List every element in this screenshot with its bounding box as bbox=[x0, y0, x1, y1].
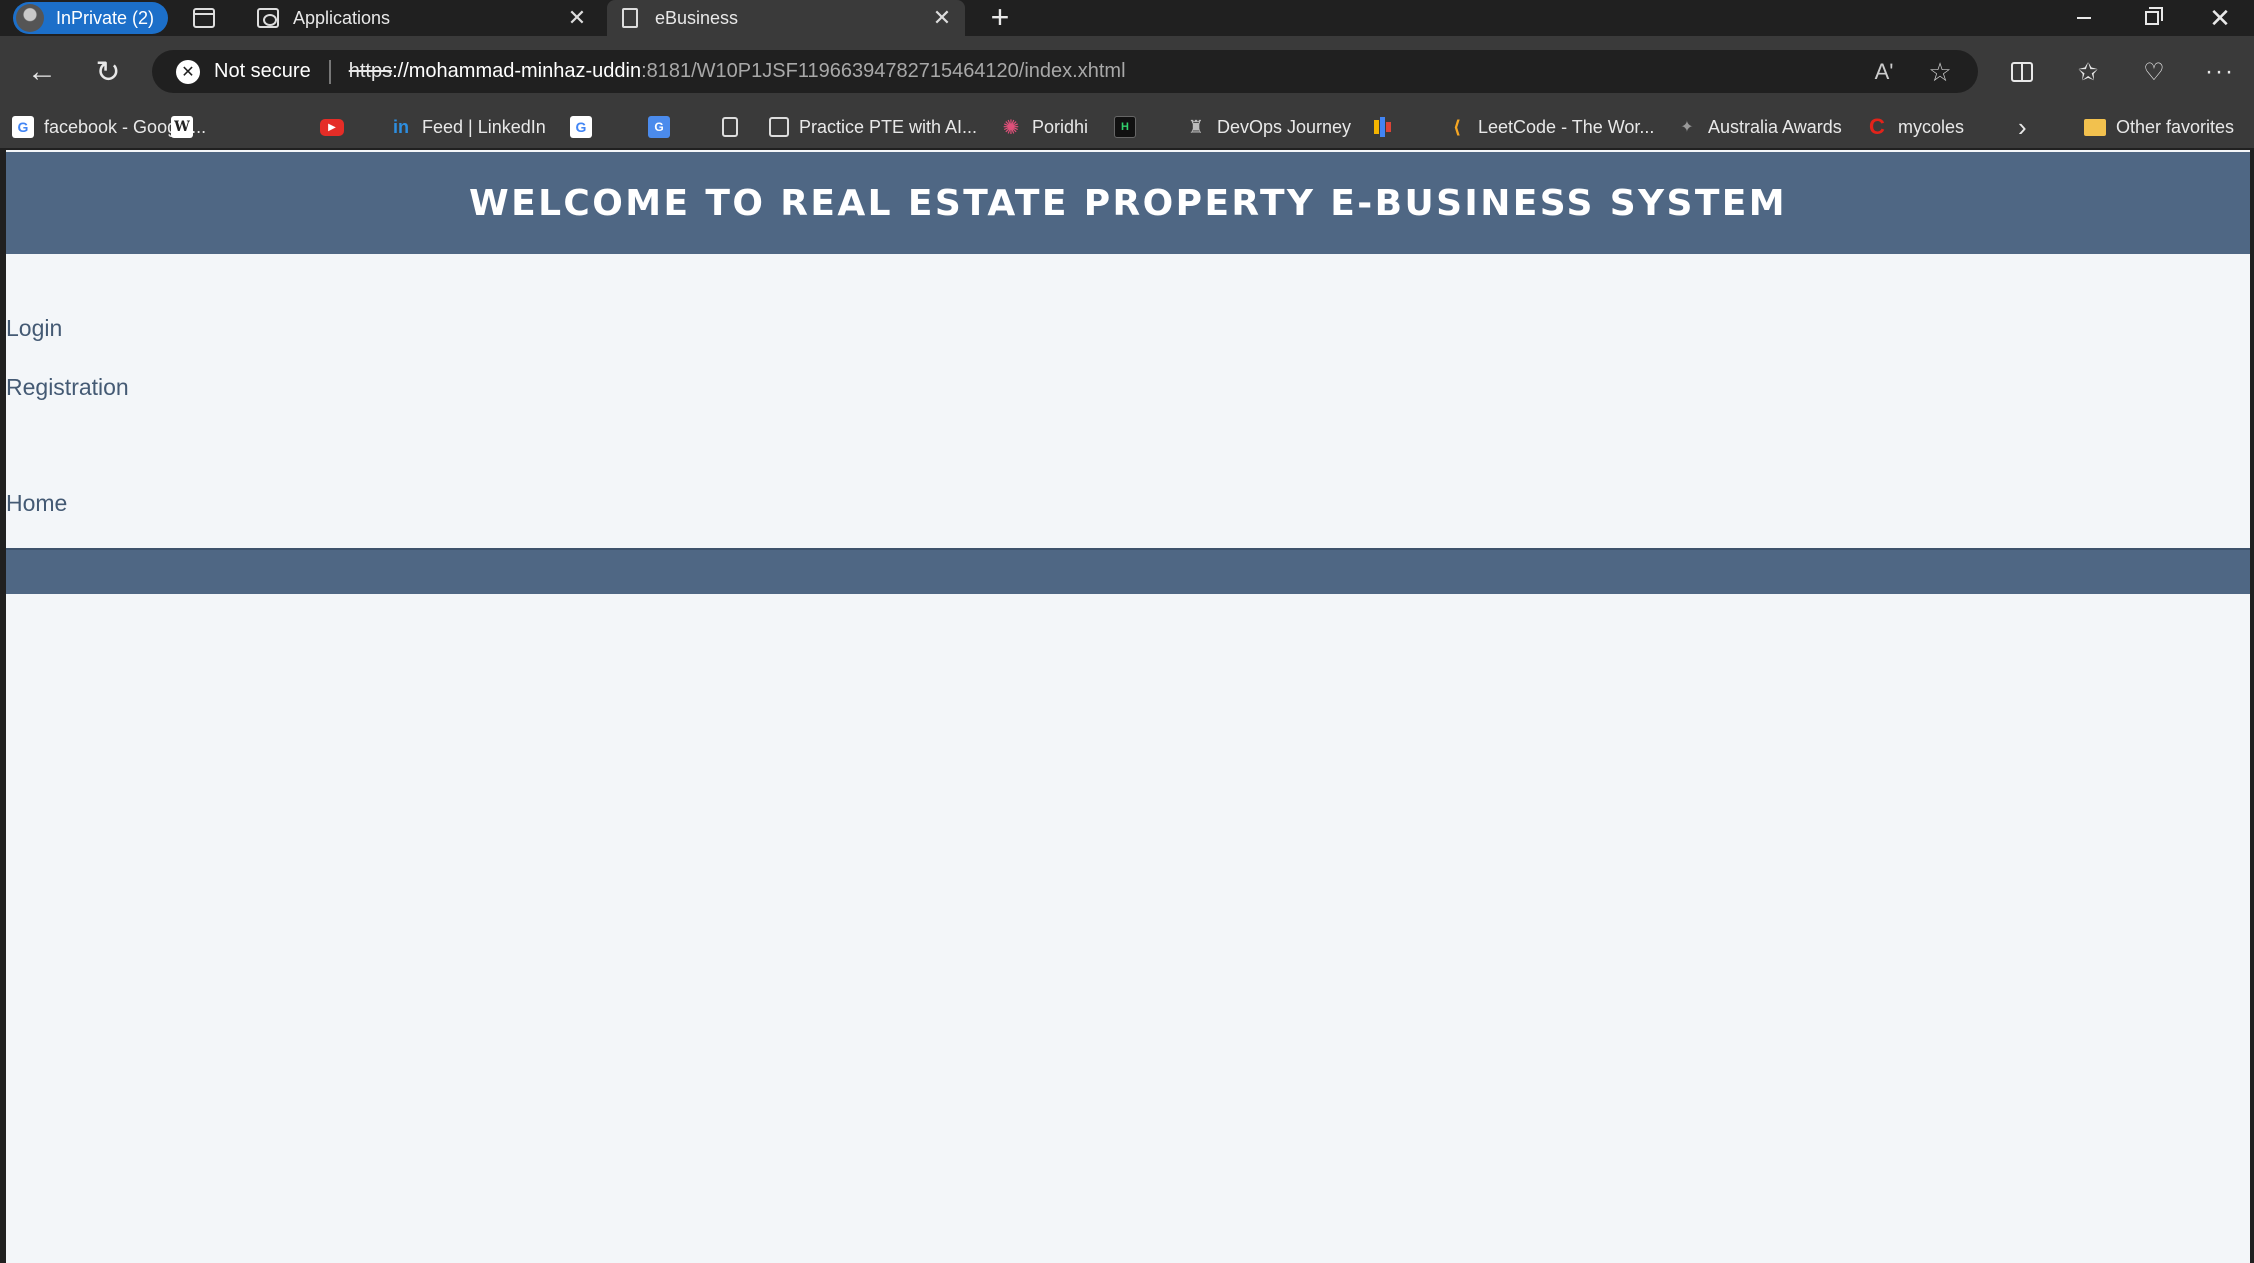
add-favorite-star-icon[interactable]: ☆ bbox=[1922, 56, 1958, 88]
other-favorites-folder[interactable]: Other favorites bbox=[2084, 106, 2234, 148]
applications-favicon-icon bbox=[257, 7, 279, 29]
favorites-bar: G facebook - Google... W ▶ in Feed | Lin… bbox=[0, 106, 2254, 148]
inprivate-label: InPrivate (2) bbox=[56, 7, 155, 28]
favorites-overflow-button[interactable]: › bbox=[2018, 106, 2027, 148]
tab-close-icon[interactable]: ✕ bbox=[927, 5, 957, 31]
home-link[interactable]: Home bbox=[6, 490, 67, 517]
leetcode-icon: ⟨ bbox=[1452, 116, 1462, 137]
not-secure-icon[interactable]: ✕ bbox=[176, 59, 200, 84]
favorite-linkedin[interactable]: in Feed | LinkedIn bbox=[390, 106, 546, 148]
favorite-document[interactable] bbox=[722, 106, 748, 148]
tab-close-icon[interactable]: ✕ bbox=[562, 5, 592, 31]
favorite-devops-journey[interactable]: ♜ DevOps Journey bbox=[1185, 106, 1351, 148]
australia-awards-icon: ✦ bbox=[1680, 119, 1694, 136]
new-tab-button[interactable]: + bbox=[980, 0, 1020, 36]
favorite-youtube[interactable]: ▶ bbox=[320, 106, 354, 148]
split-screen-button[interactable] bbox=[2002, 52, 2042, 92]
tab-title: Applications bbox=[293, 7, 391, 28]
favorite-pte[interactable]: Practice PTE with AI... bbox=[769, 106, 977, 148]
reload-button[interactable]: ↻ bbox=[88, 52, 128, 92]
favorite-leetcode[interactable]: ⟨ LeetCode - The Wor... bbox=[1446, 106, 1655, 148]
url-host: ://mohammad-minhaz-uddin bbox=[392, 60, 642, 82]
browser-toolbar: ← ↻ ✕ Not secure https://mohammad-minhaz… bbox=[0, 36, 2254, 106]
restore-icon bbox=[2145, 7, 2163, 25]
url-scheme: https bbox=[348, 60, 393, 82]
address-bar[interactable]: ✕ Not secure https://mohammad-minhaz-udd… bbox=[152, 50, 1978, 93]
favorite-google[interactable]: G bbox=[570, 106, 602, 148]
other-favorites-label: Other favorites bbox=[2116, 116, 2235, 137]
devops-icon: ♜ bbox=[1187, 116, 1205, 137]
minimize-icon bbox=[2077, 17, 2091, 19]
login-link[interactable]: Login bbox=[6, 315, 62, 342]
minimize-button[interactable] bbox=[2050, 0, 2118, 36]
read-aloud-icon[interactable]: Aʹ bbox=[1866, 56, 1902, 88]
registration-link[interactable]: Registration bbox=[6, 374, 129, 401]
reload-icon: ↻ bbox=[95, 55, 121, 89]
more-dots-icon: ··· bbox=[2205, 58, 2235, 85]
heart-pulse-icon: ♡ bbox=[2143, 58, 2165, 86]
page-footer bbox=[6, 548, 2250, 594]
page-header: WELCOME TO REAL ESTATE PROPERTY E-BUSINE… bbox=[6, 152, 2250, 254]
favorite-label: LeetCode - The Wor... bbox=[1478, 116, 1655, 137]
folder-icon bbox=[2084, 118, 2106, 136]
tab-applications[interactable]: Applications ✕ bbox=[245, 0, 600, 36]
pte-icon bbox=[769, 117, 789, 137]
favorite-label: Poridhi bbox=[1032, 116, 1089, 137]
document-favicon-icon bbox=[619, 7, 641, 29]
favorite-label: Australia Awards bbox=[1708, 116, 1842, 137]
profile-avatar-icon bbox=[16, 4, 44, 32]
split-screen-icon bbox=[2011, 62, 2033, 82]
tab-title: eBusiness bbox=[655, 7, 739, 28]
favorite-label: mycoles bbox=[1898, 116, 1965, 137]
favorite-poridhi[interactable]: ✺ Poridhi bbox=[1000, 106, 1088, 148]
chevron-right-icon: › bbox=[2018, 111, 2027, 142]
favorite-label: DevOps Journey bbox=[1217, 116, 1352, 137]
back-button[interactable]: ← bbox=[22, 52, 62, 92]
favorite-bar-chart[interactable] bbox=[1372, 106, 1404, 148]
favorite-label: Feed | LinkedIn bbox=[422, 116, 546, 137]
inprivate-profile-button[interactable]: InPrivate (2) bbox=[13, 2, 168, 34]
browser-title-bar: InPrivate (2) Applications ✕ eBusiness ✕… bbox=[0, 0, 2254, 36]
wikipedia-icon: W bbox=[171, 116, 193, 138]
hackerrank-icon: H bbox=[1114, 116, 1136, 138]
favorites-button[interactable]: ✩ bbox=[2068, 52, 2108, 92]
back-arrow-icon: ← bbox=[27, 55, 57, 88]
bar-chart-icon bbox=[1372, 116, 1394, 138]
favorite-wikipedia[interactable]: W bbox=[171, 106, 203, 148]
tab-ebusiness[interactable]: eBusiness ✕ bbox=[607, 0, 965, 36]
google-icon: G bbox=[12, 116, 34, 138]
translate-icon: G bbox=[648, 116, 670, 138]
restore-button[interactable] bbox=[2118, 0, 2186, 36]
poridhi-icon: ✺ bbox=[1002, 116, 1020, 139]
not-secure-label[interactable]: Not secure bbox=[214, 60, 311, 83]
favorite-label: Practice PTE with AI... bbox=[799, 116, 978, 137]
google-icon: G bbox=[570, 116, 592, 138]
favorite-translate[interactable]: G bbox=[648, 106, 680, 148]
favorite-hackerrank[interactable]: H bbox=[1114, 106, 1146, 148]
address-separator bbox=[328, 59, 331, 84]
close-icon: ✕ bbox=[2209, 2, 2231, 33]
favorites-icon: ✩ bbox=[2077, 58, 2099, 86]
favorite-mycoles[interactable]: C mycoles bbox=[1866, 106, 1964, 148]
favorite-australia-awards[interactable]: ✦ Australia Awards bbox=[1676, 106, 1842, 148]
coles-icon: C bbox=[1869, 114, 1885, 139]
youtube-icon: ▶ bbox=[320, 118, 344, 136]
more-menu-button[interactable]: ··· bbox=[2200, 52, 2240, 92]
tab-actions-icon[interactable] bbox=[193, 8, 215, 28]
page-viewport: WELCOME TO REAL ESTATE PROPERTY E-BUSINE… bbox=[6, 150, 2250, 1263]
browser-essentials-button[interactable]: ♡ bbox=[2134, 52, 2174, 92]
document-icon bbox=[722, 117, 738, 137]
page-title: WELCOME TO REAL ESTATE PROPERTY E-BUSINE… bbox=[468, 182, 1788, 224]
url-path: :8181/W10P1JSF11966394782715464120/index… bbox=[641, 60, 1126, 82]
linkedin-icon: in bbox=[393, 116, 409, 137]
close-window-button[interactable]: ✕ bbox=[2186, 0, 2254, 36]
